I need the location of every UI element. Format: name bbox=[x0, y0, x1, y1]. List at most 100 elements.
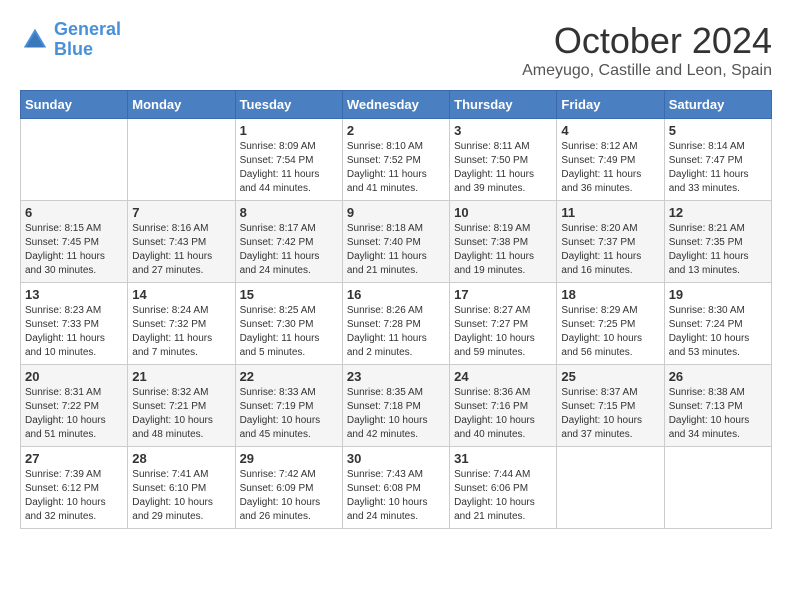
day-header-monday: Monday bbox=[128, 91, 235, 119]
day-number: 30 bbox=[347, 451, 445, 466]
day-header-friday: Friday bbox=[557, 91, 664, 119]
day-number: 13 bbox=[25, 287, 123, 302]
calendar-cell: 1Sunrise: 8:09 AM Sunset: 7:54 PM Daylig… bbox=[235, 119, 342, 201]
calendar-cell: 28 Sunrise: 7:41 AM Sunset: 6:10 PM Dayli… bbox=[128, 447, 235, 529]
page-header: General Blue October 2024 Ameyugo, Casti… bbox=[20, 20, 772, 80]
cell-info: Sunrise: 8:16 AM Sunset: 7:43 PM Dayligh… bbox=[132, 222, 230, 278]
calendar-cell: 11 Sunrise: 8:20 AM Sunset: 7:37 PM Dayli… bbox=[557, 201, 664, 283]
calendar-header: SundayMondayTuesdayWednesdayThursdayFrid… bbox=[21, 91, 772, 119]
day-number: 17 bbox=[454, 287, 552, 302]
calendar-week-1: 1Sunrise: 8:09 AM Sunset: 7:54 PM Daylig… bbox=[21, 119, 772, 201]
day-number: 21 bbox=[132, 369, 230, 384]
cell-info: Sunrise: 8:33 AM Sunset: 7:19 PM Dayligh… bbox=[240, 386, 338, 442]
calendar-cell: 18 Sunrise: 8:29 AM Sunset: 7:25 PM Dayli… bbox=[557, 283, 664, 365]
cell-info: Sunrise: 8:15 AM Sunset: 7:45 PM Dayligh… bbox=[25, 222, 123, 278]
calendar-week-5: 27Sunrise: 7:39 AM Sunset: 6:12 PM Dayli… bbox=[21, 447, 772, 529]
cell-info: Sunrise: 8:18 AM Sunset: 7:40 PM Dayligh… bbox=[347, 222, 445, 278]
calendar-cell: 17 Sunrise: 8:27 AM Sunset: 7:27 PM Dayli… bbox=[450, 283, 557, 365]
calendar-cell: 31Sunrise: 7:44 AM Sunset: 6:06 PM Dayli… bbox=[450, 447, 557, 529]
day-number: 22 bbox=[240, 369, 338, 384]
day-number: 20 bbox=[25, 369, 123, 384]
calendar-cell: 6 Sunrise: 8:15 AM Sunset: 7:45 PM Daylig… bbox=[21, 201, 128, 283]
day-number: 3 bbox=[454, 123, 552, 138]
day-header-sunday: Sunday bbox=[21, 91, 128, 119]
day-number: 4 bbox=[561, 123, 659, 138]
cell-info: Sunrise: 7:43 AM Sunset: 6:08 PM Dayligh… bbox=[347, 468, 445, 524]
cell-info: Sunrise: 8:23 AM Sunset: 7:33 PM Dayligh… bbox=[25, 304, 123, 360]
day-header-thursday: Thursday bbox=[450, 91, 557, 119]
day-number: 12 bbox=[669, 205, 767, 220]
cell-info: Sunrise: 8:26 AM Sunset: 7:28 PM Dayligh… bbox=[347, 304, 445, 360]
cell-info: Sunrise: 8:31 AM Sunset: 7:22 PM Dayligh… bbox=[25, 386, 123, 442]
cell-info: Sunrise: 8:37 AM Sunset: 7:15 PM Dayligh… bbox=[561, 386, 659, 442]
day-header-wednesday: Wednesday bbox=[342, 91, 449, 119]
cell-info: Sunrise: 8:12 AM Sunset: 7:49 PM Dayligh… bbox=[561, 140, 659, 196]
calendar-cell bbox=[21, 119, 128, 201]
logo-icon bbox=[20, 25, 50, 55]
cell-info: Sunrise: 8:38 AM Sunset: 7:13 PM Dayligh… bbox=[669, 386, 767, 442]
day-number: 27 bbox=[25, 451, 123, 466]
day-number: 15 bbox=[240, 287, 338, 302]
calendar-cell: 20 Sunrise: 8:31 AM Sunset: 7:22 PM Dayli… bbox=[21, 365, 128, 447]
cell-info: Sunrise: 8:14 AM Sunset: 7:47 PM Dayligh… bbox=[669, 140, 767, 196]
calendar-cell: 25Sunrise: 8:37 AM Sunset: 7:15 PM Dayli… bbox=[557, 365, 664, 447]
calendar-cell: 19 Sunrise: 8:30 AM Sunset: 7:24 PM Dayli… bbox=[664, 283, 771, 365]
day-header-tuesday: Tuesday bbox=[235, 91, 342, 119]
day-number: 18 bbox=[561, 287, 659, 302]
calendar-week-3: 13 Sunrise: 8:23 AM Sunset: 7:33 PM Dayli… bbox=[21, 283, 772, 365]
logo-text: General Blue bbox=[54, 20, 121, 60]
cell-info: Sunrise: 7:44 AM Sunset: 6:06 PM Dayligh… bbox=[454, 468, 552, 524]
day-number: 19 bbox=[669, 287, 767, 302]
calendar-week-2: 6 Sunrise: 8:15 AM Sunset: 7:45 PM Daylig… bbox=[21, 201, 772, 283]
cell-info: Sunrise: 7:41 AM Sunset: 6:10 PM Dayligh… bbox=[132, 468, 230, 524]
day-number: 9 bbox=[347, 205, 445, 220]
day-header-saturday: Saturday bbox=[664, 91, 771, 119]
day-number: 11 bbox=[561, 205, 659, 220]
day-number: 28 bbox=[132, 451, 230, 466]
calendar-cell: 23 Sunrise: 8:35 AM Sunset: 7:18 PM Dayli… bbox=[342, 365, 449, 447]
calendar-cell: 9 Sunrise: 8:18 AM Sunset: 7:40 PM Daylig… bbox=[342, 201, 449, 283]
calendar-cell bbox=[557, 447, 664, 529]
day-number: 1 bbox=[240, 123, 338, 138]
day-number: 23 bbox=[347, 369, 445, 384]
calendar-cell: 27Sunrise: 7:39 AM Sunset: 6:12 PM Dayli… bbox=[21, 447, 128, 529]
cell-info: Sunrise: 8:29 AM Sunset: 7:25 PM Dayligh… bbox=[561, 304, 659, 360]
cell-info: Sunrise: 8:36 AM Sunset: 7:16 PM Dayligh… bbox=[454, 386, 552, 442]
calendar-cell: 12 Sunrise: 8:21 AM Sunset: 7:35 PM Dayli… bbox=[664, 201, 771, 283]
cell-info: Sunrise: 8:35 AM Sunset: 7:18 PM Dayligh… bbox=[347, 386, 445, 442]
cell-info: Sunrise: 8:27 AM Sunset: 7:27 PM Dayligh… bbox=[454, 304, 552, 360]
calendar-cell: 30 Sunrise: 7:43 AM Sunset: 6:08 PM Dayli… bbox=[342, 447, 449, 529]
day-number: 8 bbox=[240, 205, 338, 220]
calendar-cell: 24 Sunrise: 8:36 AM Sunset: 7:16 PM Dayli… bbox=[450, 365, 557, 447]
day-number: 26 bbox=[669, 369, 767, 384]
title-block: October 2024 Ameyugo, Castille and Leon,… bbox=[522, 20, 772, 80]
cell-info: Sunrise: 8:21 AM Sunset: 7:35 PM Dayligh… bbox=[669, 222, 767, 278]
cell-info: Sunrise: 8:30 AM Sunset: 7:24 PM Dayligh… bbox=[669, 304, 767, 360]
calendar-cell bbox=[664, 447, 771, 529]
calendar-cell: 21Sunrise: 8:32 AM Sunset: 7:21 PM Dayli… bbox=[128, 365, 235, 447]
cell-info: Sunrise: 8:19 AM Sunset: 7:38 PM Dayligh… bbox=[454, 222, 552, 278]
day-number: 2 bbox=[347, 123, 445, 138]
calendar-cell: 13 Sunrise: 8:23 AM Sunset: 7:33 PM Dayli… bbox=[21, 283, 128, 365]
cell-info: Sunrise: 8:11 AM Sunset: 7:50 PM Dayligh… bbox=[454, 140, 552, 196]
day-number: 24 bbox=[454, 369, 552, 384]
calendar-cell: 15Sunrise: 8:25 AM Sunset: 7:30 PM Dayli… bbox=[235, 283, 342, 365]
calendar-week-4: 20 Sunrise: 8:31 AM Sunset: 7:22 PM Dayli… bbox=[21, 365, 772, 447]
calendar-cell bbox=[128, 119, 235, 201]
day-number: 16 bbox=[347, 287, 445, 302]
calendar-cell: 26 Sunrise: 8:38 AM Sunset: 7:13 PM Dayli… bbox=[664, 365, 771, 447]
month-title: October 2024 bbox=[522, 20, 772, 62]
calendar-cell: 2 Sunrise: 8:10 AM Sunset: 7:52 PM Daylig… bbox=[342, 119, 449, 201]
cell-info: Sunrise: 8:20 AM Sunset: 7:37 PM Dayligh… bbox=[561, 222, 659, 278]
cell-info: Sunrise: 8:24 AM Sunset: 7:32 PM Dayligh… bbox=[132, 304, 230, 360]
day-number: 6 bbox=[25, 205, 123, 220]
cell-info: Sunrise: 8:10 AM Sunset: 7:52 PM Dayligh… bbox=[347, 140, 445, 196]
calendar-cell: 16 Sunrise: 8:26 AM Sunset: 7:28 PM Dayli… bbox=[342, 283, 449, 365]
day-number: 14 bbox=[132, 287, 230, 302]
day-number: 29 bbox=[240, 451, 338, 466]
logo: General Blue bbox=[20, 20, 121, 60]
calendar-cell: 29Sunrise: 7:42 AM Sunset: 6:09 PM Dayli… bbox=[235, 447, 342, 529]
day-number: 7 bbox=[132, 205, 230, 220]
calendar-cell: 3 Sunrise: 8:11 AM Sunset: 7:50 PM Daylig… bbox=[450, 119, 557, 201]
calendar-cell: 5Sunrise: 8:14 AM Sunset: 7:47 PM Daylig… bbox=[664, 119, 771, 201]
